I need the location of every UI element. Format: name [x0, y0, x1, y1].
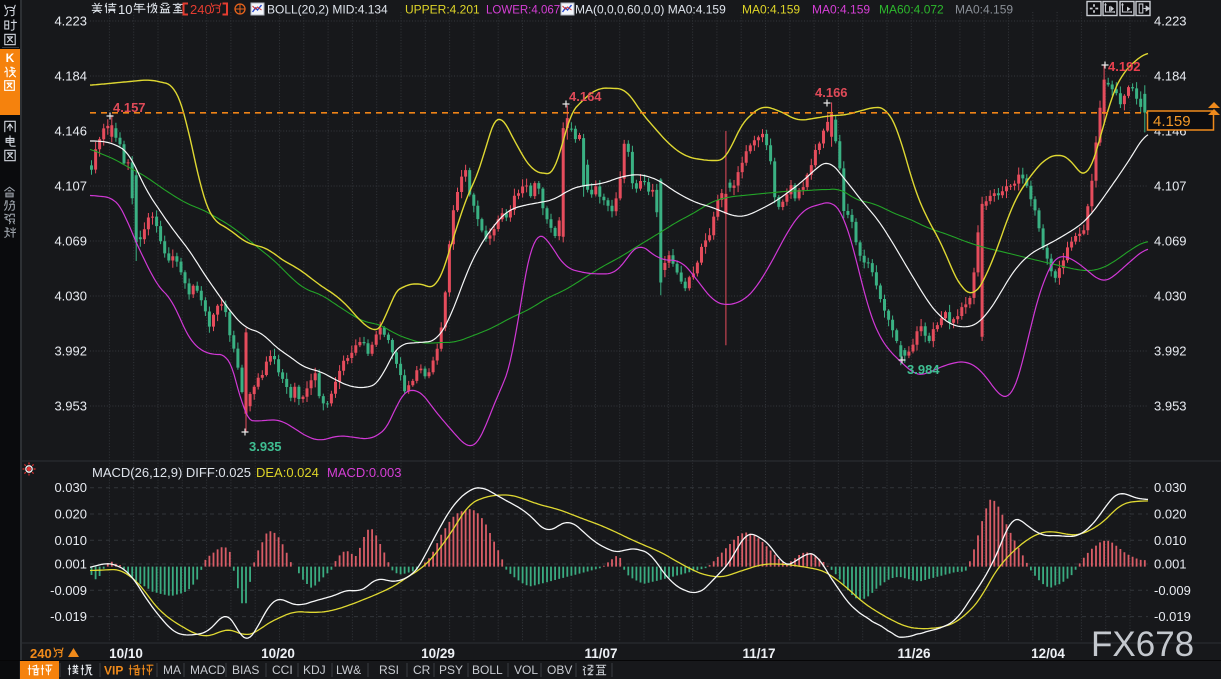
svg-text:MA(0,0,0,60,0,0) MA0:4.159: MA(0,0,0,60,0,0) MA0:4.159: [575, 3, 726, 17]
svg-text:10/20: 10/20: [261, 646, 295, 661]
svg-text:K: K: [6, 51, 15, 65]
svg-text:OBV: OBV: [547, 663, 572, 677]
svg-text:240: 240: [30, 646, 52, 661]
svg-text:10/10: 10/10: [109, 646, 143, 661]
svg-text:3.953: 3.953: [1154, 399, 1187, 414]
svg-text:4.069: 4.069: [54, 234, 87, 249]
svg-text:-0.009: -0.009: [50, 583, 87, 598]
svg-text:LOWER:4.067: LOWER:4.067: [486, 5, 560, 17]
svg-text:-0.019: -0.019: [50, 609, 87, 624]
svg-text:DEA:0.024: DEA:0.024: [256, 465, 319, 480]
svg-text:MACD(26,12,9) DIFF:0.025: MACD(26,12,9) DIFF:0.025: [92, 465, 251, 480]
svg-text:0.001: 0.001: [54, 557, 87, 572]
svg-text:BOLL: BOLL: [472, 663, 503, 677]
svg-text:0.010: 0.010: [1154, 533, 1187, 548]
svg-text:MA0:4.159: MA0:4.159: [812, 3, 870, 17]
svg-text:4.107: 4.107: [1154, 179, 1187, 194]
svg-text:FX678: FX678: [1091, 625, 1194, 664]
svg-text:LW&: LW&: [336, 663, 361, 677]
svg-text:VOL: VOL: [514, 663, 538, 677]
svg-text:4.157: 4.157: [113, 100, 146, 115]
svg-text:CR: CR: [413, 663, 431, 677]
svg-text:240: 240: [190, 2, 212, 17]
svg-text:12/04: 12/04: [1031, 646, 1065, 661]
svg-text:VIP: VIP: [104, 664, 123, 678]
svg-text:BIAS: BIAS: [232, 663, 259, 677]
svg-text:MA0:4.159: MA0:4.159: [955, 3, 1013, 17]
svg-text:4.164: 4.164: [569, 89, 602, 104]
svg-text:3.935: 3.935: [249, 439, 282, 454]
svg-text:4.192: 4.192: [1108, 59, 1141, 74]
svg-text:3.953: 3.953: [54, 399, 87, 414]
svg-text:4.107: 4.107: [54, 179, 87, 194]
svg-text:0.001: 0.001: [1154, 557, 1187, 572]
svg-text:UPPER:4.201: UPPER:4.201: [405, 3, 480, 17]
svg-text:4.184: 4.184: [54, 69, 87, 84]
svg-text:3.992: 3.992: [1154, 344, 1187, 359]
svg-text:CCI: CCI: [272, 663, 293, 677]
svg-text:4.184: 4.184: [1154, 69, 1187, 84]
svg-text:11/17: 11/17: [742, 646, 775, 661]
svg-text:4.030: 4.030: [1154, 289, 1187, 304]
svg-text:4.159: 4.159: [1153, 113, 1191, 130]
svg-text:10/29: 10/29: [421, 646, 455, 661]
svg-text:0.010: 0.010: [54, 533, 87, 548]
svg-text:0.020: 0.020: [54, 507, 87, 522]
svg-text:-0.009: -0.009: [1154, 583, 1191, 598]
svg-text:MA0:4.159: MA0:4.159: [742, 3, 800, 17]
svg-text:4.030: 4.030: [54, 289, 87, 304]
svg-text:4.223: 4.223: [54, 14, 87, 29]
svg-text:-0.019: -0.019: [1154, 609, 1191, 624]
svg-text:MACD:0.003: MACD:0.003: [327, 465, 401, 480]
svg-text:BOLL(20,2) MID:4.134: BOLL(20,2) MID:4.134: [267, 3, 388, 17]
svg-text:3.984: 3.984: [907, 362, 940, 377]
svg-text:3.992: 3.992: [54, 344, 87, 359]
svg-text:KDJ: KDJ: [303, 663, 326, 677]
svg-text:0.030: 0.030: [54, 480, 87, 495]
svg-text:RSI: RSI: [379, 663, 399, 677]
svg-text:4.146: 4.146: [54, 124, 87, 139]
svg-text:MA60:4.072: MA60:4.072: [879, 3, 944, 17]
svg-text:11/07: 11/07: [584, 646, 617, 661]
svg-text:10: 10: [118, 2, 132, 17]
svg-text:PSY: PSY: [439, 663, 463, 677]
svg-text:4.223: 4.223: [1154, 14, 1187, 29]
svg-text:MA: MA: [163, 663, 181, 677]
svg-text:4.069: 4.069: [1154, 234, 1187, 249]
svg-text:MACD: MACD: [190, 663, 226, 677]
svg-text:0.020: 0.020: [1154, 507, 1187, 522]
svg-text:0.030: 0.030: [1154, 480, 1187, 495]
svg-text:4.166: 4.166: [815, 85, 848, 100]
svg-text:11/26: 11/26: [897, 646, 931, 661]
